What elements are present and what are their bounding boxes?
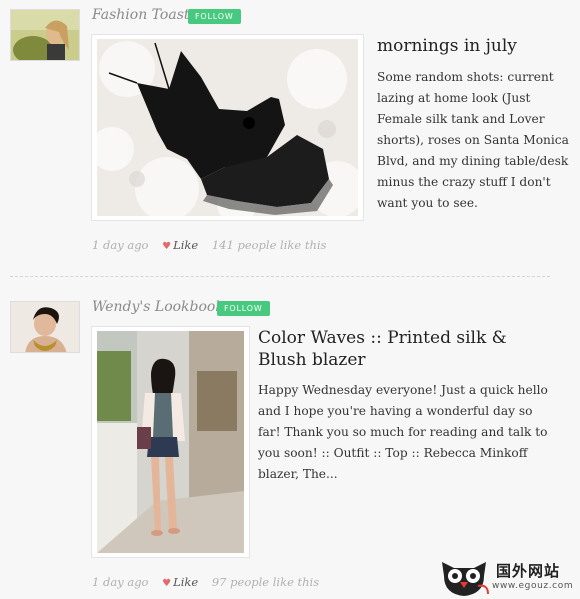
like-count: 97 people like this	[211, 575, 320, 589]
watermark-text: 国外网站	[496, 562, 561, 580]
post-title[interactable]: Color Waves :: Printed silk & Blush blaz…	[258, 327, 558, 371]
owl-logo-icon	[442, 562, 489, 596]
follow-button[interactable]: FOLLOW	[217, 301, 270, 316]
post-photo[interactable]	[92, 327, 249, 557]
watermark: 国外网站 www.egouz.com	[438, 556, 578, 598]
watermark-url: www.egouz.com	[492, 581, 574, 591]
blog-name[interactable]: Wendy's Lookbook	[92, 299, 224, 315]
photo-outfit	[97, 331, 244, 553]
post-wendys-lookbook: Wendy's Lookbook FOLLOW Color Waves:: P…	[0, 0, 580, 599]
like-button[interactable]: ♥ Like	[162, 575, 198, 589]
post-meta: 1 day ago ♥ Like 97 people like this	[92, 575, 319, 589]
blog-avatar[interactable]	[10, 301, 80, 353]
post-time: 1 day ago	[92, 575, 149, 589]
post-excerpt: Happy Wednesday everyone! Just a quick h…	[258, 383, 548, 481]
avatar-image	[11, 302, 79, 352]
heart-icon: ♥	[162, 578, 172, 589]
